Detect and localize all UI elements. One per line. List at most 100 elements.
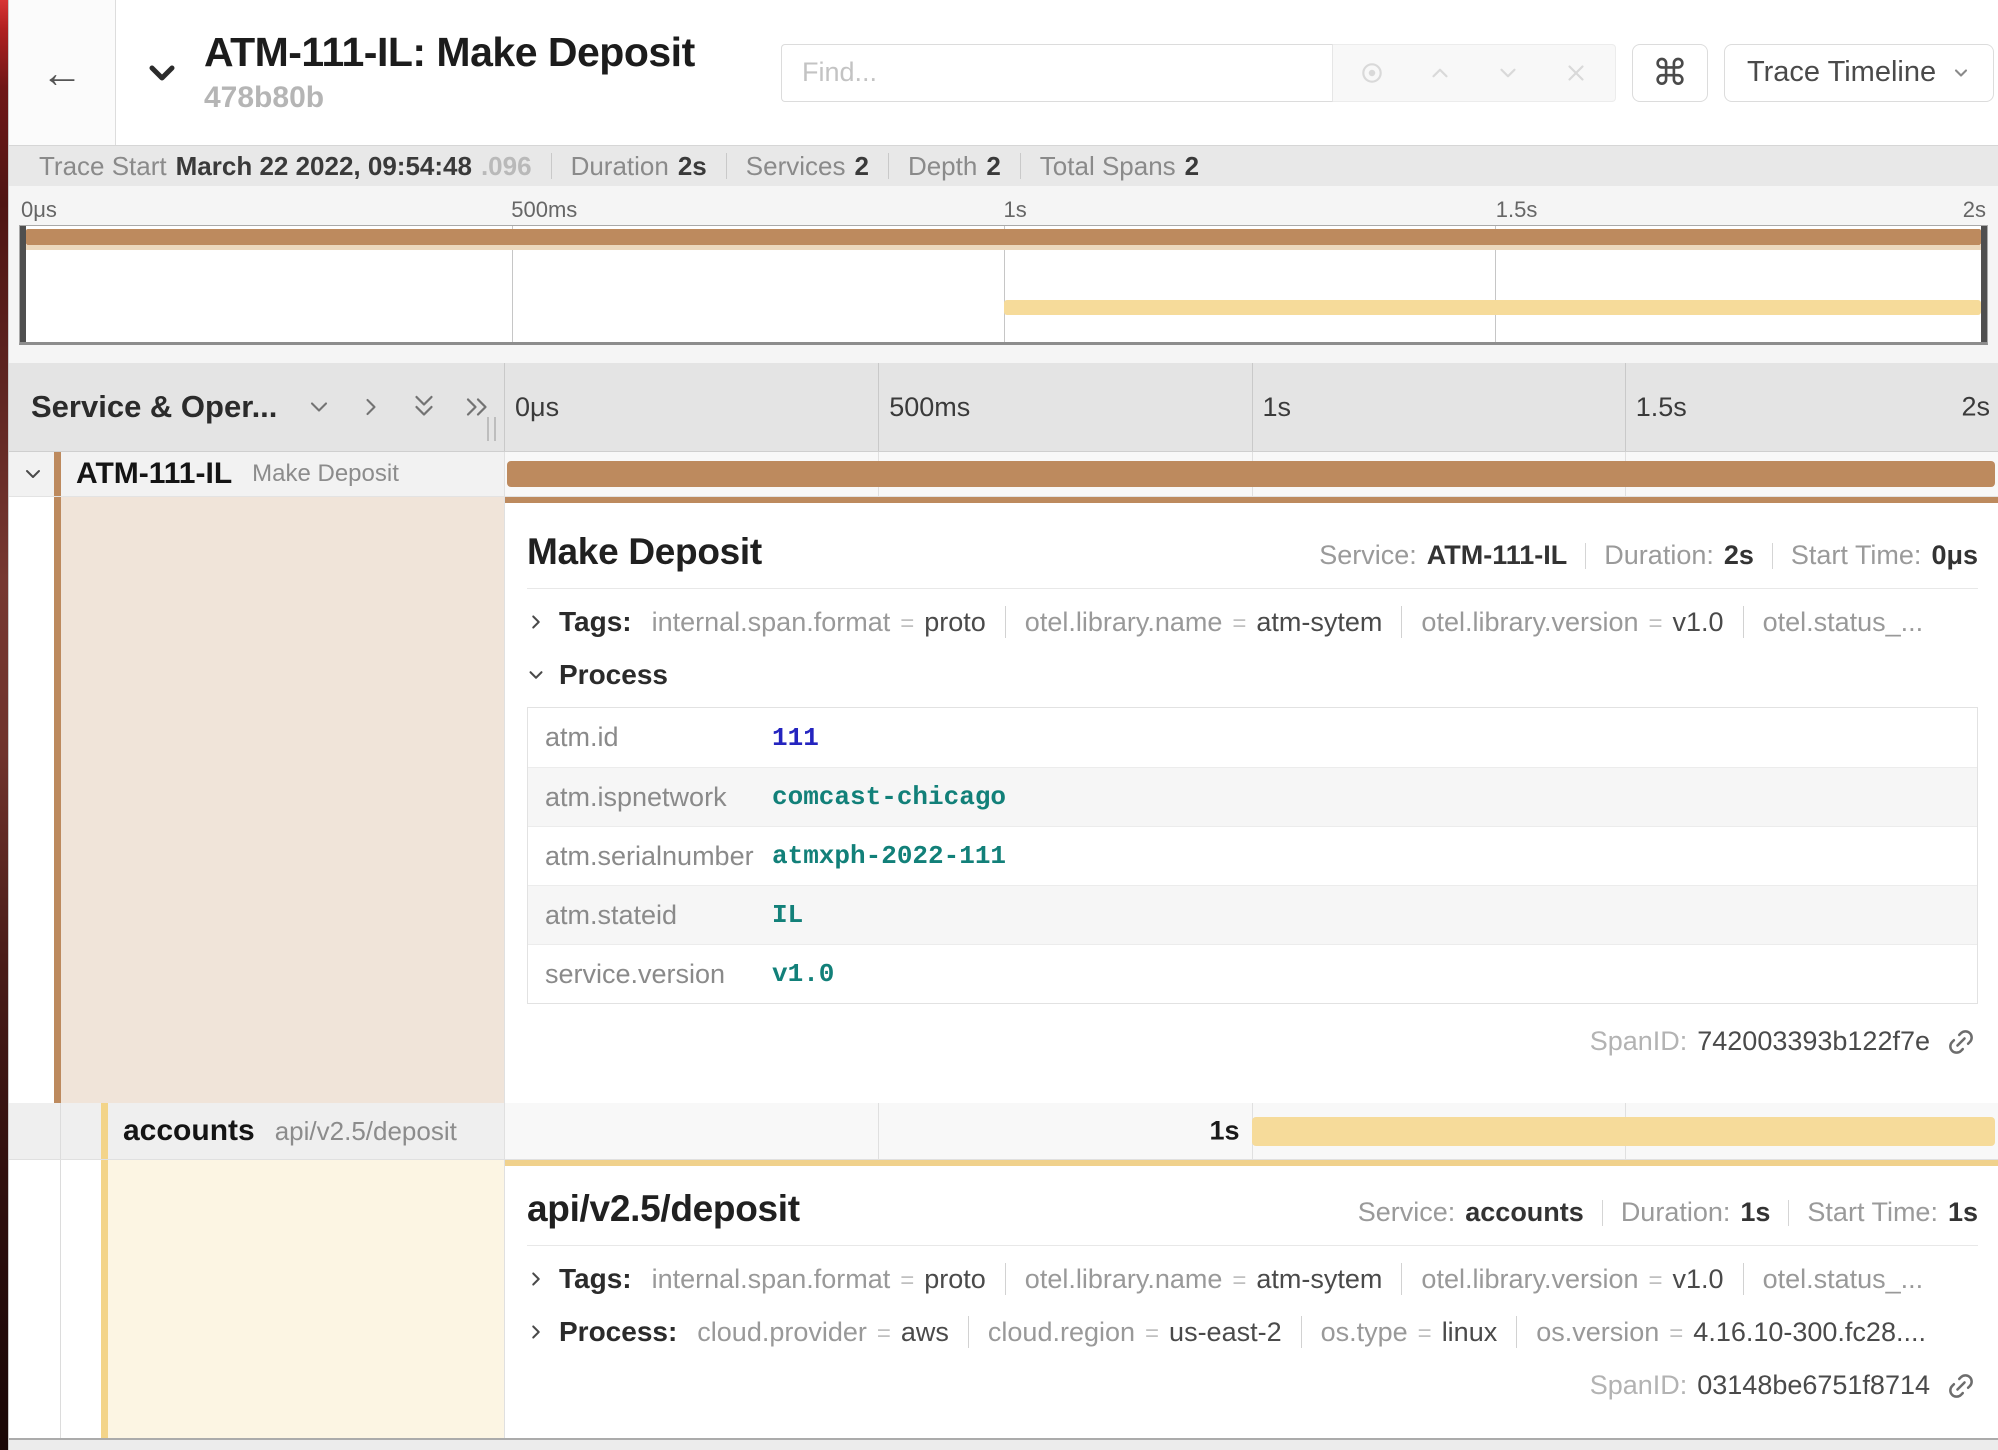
tags-toggle[interactable]: Tags: (559, 1263, 632, 1295)
duration-label: Duration (571, 151, 669, 182)
minimap-span-bar-1 (26, 229, 1981, 245)
chevron-down-icon[interactable] (21, 462, 45, 486)
tags-row: Tags: internal.span.format=proto otel.li… (525, 606, 1980, 638)
span-row-atm: ATM-111-IL Make Deposit (9, 452, 1998, 497)
find-input[interactable] (781, 44, 1333, 102)
span-detail-meta: Service: ATM-111-IL Duration: 2s Start T… (1319, 540, 1978, 571)
span-detail-header: Make Deposit Service: ATM-111-IL Duratio… (525, 527, 1980, 573)
tag-item: internal.span.format=proto (652, 1264, 986, 1295)
trace-id: 478b80b (204, 81, 695, 115)
service-name: accounts (123, 1114, 255, 1148)
divider (726, 153, 727, 179)
chevron-down-icon[interactable] (525, 664, 547, 686)
process-table-row: atm.stateid IL (528, 885, 1977, 944)
timeline-column-header: Service & Oper... 0μs 500ms 1s (9, 363, 1998, 452)
back-button[interactable]: ← (9, 0, 116, 145)
total-spans-label: Total Spans (1040, 151, 1176, 182)
span-detail-left-gutter (9, 1160, 505, 1438)
minimap-tick: 0μs (21, 197, 57, 223)
locate-match-icon[interactable] (1359, 60, 1385, 86)
jaeger-trace-view: ← ATM-111-IL: Make Deposit 478b80b (8, 0, 1998, 1450)
process-key: atm.id (528, 722, 772, 753)
start-time-value: 0μs (1931, 540, 1978, 571)
service-operation-title: Service & Oper... (31, 389, 277, 425)
process-toggle[interactable]: Process: (559, 1316, 677, 1348)
operation-name: Make Deposit (252, 460, 399, 488)
trace-timeline-page: ← ATM-111-IL: Make Deposit 478b80b (0, 0, 1998, 1450)
services-label: Services (746, 151, 846, 182)
divider (1301, 1316, 1302, 1348)
span-id-value: 742003393b122f7e (1697, 1026, 1930, 1057)
minimap-left-drag-handle[interactable] (20, 226, 26, 342)
chevron-right-icon[interactable] (525, 1321, 547, 1343)
chevron-down-icon[interactable] (142, 53, 182, 93)
detail-row-tint (108, 1160, 504, 1438)
keyboard-shortcuts-button[interactable]: ⌘ (1632, 44, 1708, 102)
trace-start-value: March 22 2022, 09:54:48 (176, 151, 472, 182)
tag-item: cloud.provider=aws (697, 1317, 949, 1348)
span-bar-atm[interactable] (507, 461, 1995, 487)
collapse-one-level-chevron-right-icon[interactable] (357, 393, 385, 421)
total-spans-value: 2 (1185, 151, 1199, 182)
process-row: Process (525, 659, 1980, 691)
timeline-tick: 2s (1961, 392, 1990, 423)
span-id-value: 03148be6751f8714 (1697, 1370, 1930, 1401)
process-value: comcast-chicago (772, 782, 1006, 812)
span-row-label-accounts[interactable]: accounts api/v2.5/deposit (9, 1103, 505, 1160)
divider (1005, 1263, 1006, 1295)
divider (1005, 606, 1006, 638)
service-name: ATM-111-IL (76, 457, 232, 491)
divider (1743, 1263, 1744, 1295)
start-time-value: 1s (1948, 1197, 1978, 1228)
span-row-track-atm (505, 452, 1998, 497)
link-icon[interactable] (1946, 1371, 1976, 1401)
span-bar-accounts[interactable] (1252, 1117, 1996, 1146)
tags-toggle[interactable]: Tags: (559, 606, 632, 638)
span-row-accounts: accounts api/v2.5/deposit 1s (9, 1103, 1998, 1160)
horizontal-scrollbar[interactable] (9, 1438, 1998, 1450)
timeline-tick: 1s (1252, 363, 1625, 451)
trace-title-block: ATM-111-IL: Make Deposit 478b80b (142, 30, 695, 114)
minimap-span-bar-1-shadow (26, 245, 1981, 250)
expand-one-level-chevron-down-icon[interactable] (305, 393, 333, 421)
expand-all-double-chevron-down-icon[interactable] (409, 392, 439, 422)
timeline-tick: 1.5s (1625, 363, 1998, 451)
minimap-right-drag-handle[interactable] (1981, 226, 1987, 342)
minimap-span-bar-2 (1004, 300, 1982, 315)
chevron-up-icon[interactable] (1427, 60, 1453, 86)
span-id-label: SpanID: (1590, 1370, 1688, 1401)
column-resize-handle[interactable] (487, 417, 496, 441)
trace-titles: ATM-111-IL: Make Deposit 478b80b (204, 30, 695, 114)
service-operation-header: Service & Oper... (9, 363, 505, 451)
service-color-stripe (101, 1103, 108, 1159)
span-row-label-atm[interactable]: ATM-111-IL Make Deposit (9, 452, 505, 497)
trace-depth: Depth 2 (908, 151, 1001, 182)
process-key: atm.serialnumber (528, 841, 772, 872)
process-toggle[interactable]: Process (559, 659, 668, 691)
service-value: ATM-111-IL (1427, 540, 1568, 571)
span-detail-panel: api/v2.5/deposit Service: accounts Durat… (505, 1160, 1998, 1438)
minimap-tick: 1.5s (1496, 197, 1538, 223)
duration-value: 1s (1740, 1197, 1770, 1228)
close-icon[interactable] (1563, 60, 1589, 86)
chevron-right-icon[interactable] (525, 611, 547, 633)
process-table-row: atm.id 111 (528, 708, 1977, 767)
span-start-label: 1s (1209, 1116, 1239, 1147)
tag-item: otel.library.version=v1.0 (1421, 1264, 1723, 1295)
tag-item: os.type=linux (1321, 1317, 1498, 1348)
minimap-tick: 500ms (511, 197, 577, 223)
minimap-canvas[interactable] (19, 225, 1988, 345)
chevron-right-icon[interactable] (525, 1268, 547, 1290)
link-icon[interactable] (1946, 1027, 1976, 1057)
process-key: service.version (528, 959, 772, 990)
chevron-down-icon[interactable] (1495, 60, 1521, 86)
duration-label: Duration: (1621, 1197, 1731, 1228)
view-selector-dropdown[interactable]: Trace Timeline (1724, 44, 1994, 102)
command-icon: ⌘ (1652, 52, 1688, 94)
trace-start-ms: .096 (481, 151, 532, 182)
minimap-tick: 1s (1004, 197, 1027, 223)
span-detail-atm: Make Deposit Service: ATM-111-IL Duratio… (9, 497, 1998, 1103)
divider (527, 588, 1978, 589)
chevron-down-icon (1951, 63, 1971, 83)
divider (888, 153, 889, 179)
